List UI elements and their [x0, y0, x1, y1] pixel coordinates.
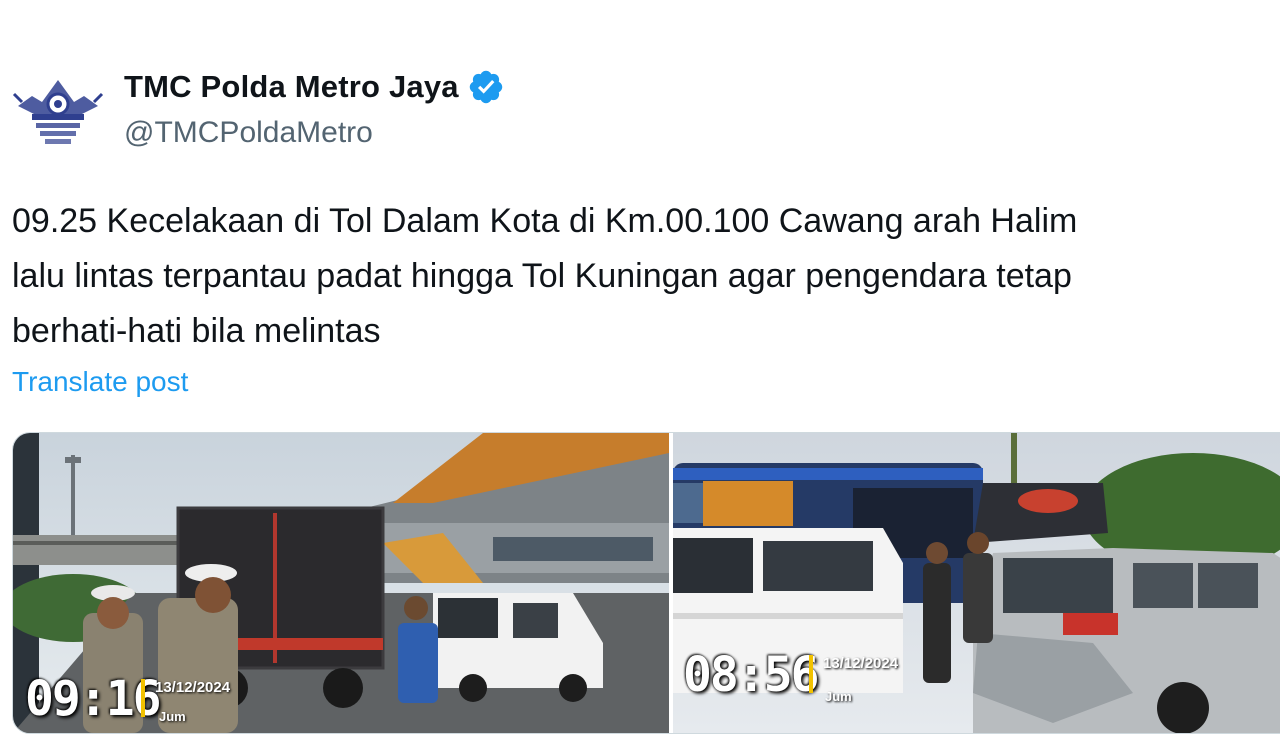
post-text-line: 09.25 Kecelakaan di Tol Dalam Kota di Km… — [12, 202, 1078, 240]
author-name-row[interactable]: TMC Polda Metro Jaya — [124, 68, 505, 106]
post-text: 09.25 Kecelakaan di Tol Dalam Kota di Km… — [12, 194, 1280, 359]
translate-post-link[interactable]: Translate post — [12, 366, 188, 398]
photo-timestamp-day: Jum — [159, 709, 186, 724]
author-display-name[interactable]: TMC Polda Metro Jaya — [124, 69, 459, 105]
media-photo-2[interactable]: 08:56 13/12/2024 Jum — [673, 433, 1280, 733]
timestamp-divider — [809, 655, 813, 693]
post-text-line: berhati-hati bila melintas — [12, 312, 381, 350]
photo-timestamp-date: 13/12/2024 — [155, 679, 231, 696]
avatar[interactable] — [12, 66, 104, 158]
photo-timestamp-date: 13/12/2024 — [823, 655, 899, 672]
media-grid: 09:16 13/12/2024 Jum 08:56 13/12/2024 Ju… — [12, 432, 1280, 734]
media-photo-1[interactable]: 09:16 13/12/2024 Jum — [13, 433, 669, 733]
photo-timestamp-time: 08:56 — [683, 647, 819, 703]
police-emblem-icon — [12, 74, 104, 150]
post-text-line: lalu lintas terpantau padat hingga Tol K… — [12, 257, 1072, 295]
verified-badge-icon — [469, 70, 502, 104]
photo-timestamp-day: Jum — [825, 689, 852, 704]
author-handle[interactable]: @TMCPoldaMetro — [124, 116, 373, 150]
timestamp-divider — [141, 679, 145, 717]
photo-timestamp-time: 09:16 — [25, 671, 161, 727]
